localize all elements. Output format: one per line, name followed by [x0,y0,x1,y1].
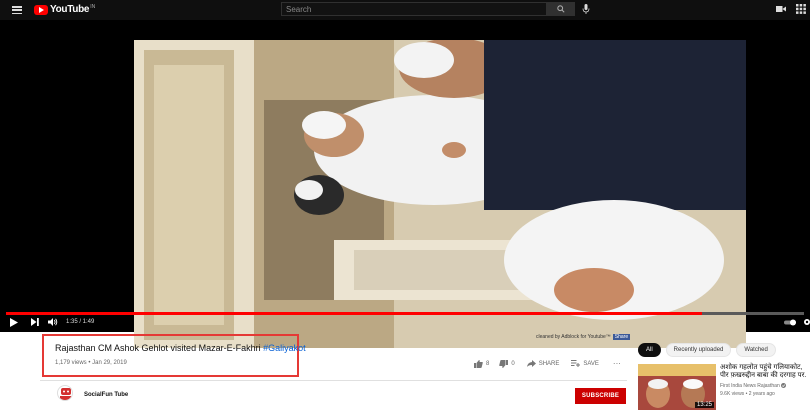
save-label: SAVE [583,360,599,367]
next-icon [31,318,39,326]
search-button[interactable] [547,2,575,16]
video-duration: 13:25 [694,402,714,408]
dislike-button[interactable]: 0 [499,359,515,368]
thumbs-down-icon [499,359,509,368]
video-frame[interactable] [134,40,746,348]
settings-button[interactable] [803,316,810,328]
adblock-text: cleaned by Adblock for Youtube™ [536,334,611,340]
video-title-text: Rajasthan CM Ashok Gehlot visited Mazar-… [55,343,261,353]
recommended-thumbnail[interactable]: 13:25 [638,364,716,410]
like-count: 8 [486,360,490,367]
autoplay-toggle-icon [784,319,796,325]
gear-icon [804,319,810,325]
menu-icon[interactable] [12,4,22,16]
logo-country: IN [90,4,96,10]
dislike-count: 0 [511,360,515,367]
time-display: 1:35 / 1:49 [66,316,94,328]
chip-recently-uploaded[interactable]: Recently uploaded [665,343,732,357]
apps-icon[interactable] [796,4,806,14]
youtube-play-icon [34,4,48,15]
channel-logo-icon [60,388,72,400]
like-button[interactable]: 8 [474,359,490,368]
subscribe-button[interactable]: SUBSCRIBE [575,388,626,404]
logo-text: YouTube [50,4,90,15]
recommended-views: 9.6K views • 2 years ago [720,391,775,397]
more-actions-button[interactable]: ··· [613,359,621,368]
chip-watched[interactable]: Watched [736,343,776,357]
filter-chips: All Recently uploaded Watched [638,343,776,357]
search-icon [557,5,565,13]
channel-avatar[interactable] [57,385,73,401]
video-camera-icon[interactable] [776,4,786,14]
recommended-channel: First India News Rajasthan [720,383,787,389]
hashtag-link[interactable]: #Galiyakot [263,343,306,353]
next-button[interactable] [31,316,39,328]
time-text: 1:35 / 1:49 [66,319,95,325]
play-icon [10,317,18,327]
search-input[interactable]: Search [281,2,547,16]
mic-icon[interactable] [582,4,590,14]
playlist-add-icon [571,360,581,367]
share-icon [526,360,536,367]
video-player[interactable] [0,20,810,348]
verified-icon [781,383,787,389]
recommended-channel-name[interactable]: First India News Rajasthan [720,383,780,389]
video-meta: 1,179 views • Jan 29, 2019 [55,360,127,366]
thumbs-up-icon [474,359,483,368]
masthead: YouTube IN Search [0,0,810,20]
progress-fill [6,312,702,315]
adblock-share-button[interactable]: Share [612,334,631,340]
autoplay-toggle[interactable] [784,316,797,328]
play-button[interactable] [10,316,18,328]
video-still-image [134,40,746,348]
progress-bar[interactable] [6,312,804,315]
highlight-box [42,334,299,377]
channel-name[interactable]: SocialFun Tube [84,392,128,398]
chip-all[interactable]: All [638,343,661,357]
youtube-logo[interactable]: YouTube IN [34,4,95,15]
recommended-title[interactable]: अशोक गहलोत पहुंचे गलियाकोट, पीर फ़खरुद्द… [720,364,810,380]
divider [40,380,627,381]
volume-button[interactable] [48,316,58,328]
share-label: SHARE [538,360,560,367]
video-title: Rajasthan CM Ashok Gehlot visited Mazar-… [55,343,306,353]
video-actions: 8 0 SHARE SAVE ··· [474,359,621,368]
volume-icon [48,318,58,326]
recommended-video[interactable]: 13:25 अशोक गहलोत पहुंचे गलियाकोट, पीर फ़… [638,364,810,414]
save-button[interactable]: SAVE [571,360,599,367]
adblock-notice: cleaned by Adblock for Youtube™ Share [536,334,631,340]
share-button[interactable]: SHARE [526,360,560,367]
